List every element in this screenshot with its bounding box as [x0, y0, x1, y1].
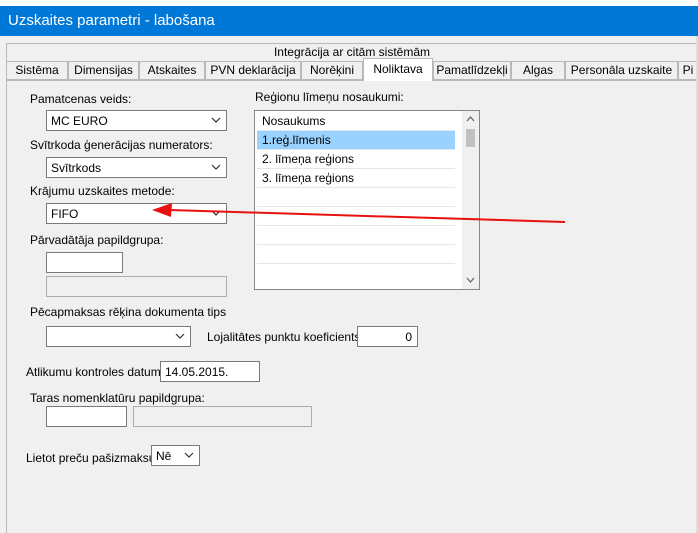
- list-item[interactable]: 3. līmeņa reģions: [257, 169, 455, 188]
- carrier-group-code-input[interactable]: [46, 252, 123, 273]
- list-item-empty[interactable]: [257, 188, 455, 207]
- balance-date-label: Atlikumu kontroles datums:: [26, 365, 171, 379]
- list-item-empty[interactable]: [257, 207, 455, 226]
- list-item[interactable]: 2. līmeņa reģions: [257, 150, 455, 169]
- regions-scrollbar[interactable]: [462, 111, 479, 289]
- price-type-combo[interactable]: MC EURO: [46, 110, 227, 131]
- chevron-down-icon: [175, 333, 185, 339]
- tab-more[interactable]: Pi: [678, 61, 698, 80]
- barcode-label: Svītrkoda ģenerācijas numerators:: [30, 138, 213, 152]
- scrollbar-thumb[interactable]: [466, 129, 475, 147]
- carrier-group-name-field: [46, 276, 227, 297]
- regions-label: Reģionu līmeņu nosaukumi:: [255, 90, 404, 104]
- list-item-empty[interactable]: [257, 226, 455, 245]
- tab-integration[interactable]: Integrācija ar citām sistēmām: [6, 43, 698, 61]
- list-item[interactable]: 1.reģ.līmenis: [257, 131, 455, 150]
- list-item-empty[interactable]: [257, 245, 455, 264]
- price-type-label: Pamatcenas veids:: [30, 92, 132, 106]
- tare-group-code-input[interactable]: [46, 406, 127, 427]
- chevron-down-icon: [211, 117, 221, 123]
- tab-noreKini[interactable]: Norēķini: [301, 61, 363, 80]
- scroll-up-icon[interactable]: [465, 114, 476, 124]
- chevron-down-icon: [184, 452, 194, 458]
- use-sign-label: Lietot preču pašizmaksu:: [26, 451, 159, 465]
- scroll-down-icon[interactable]: [465, 275, 476, 285]
- balance-date-value: 14.05.2015.: [165, 365, 229, 379]
- list-item-empty[interactable]: [257, 264, 455, 283]
- loyalty-label: Lojalitātes punktu koeficients:: [207, 330, 364, 344]
- window-title: Uzskaites parametri - labošana: [0, 6, 698, 36]
- tab-algas[interactable]: Algas: [511, 61, 565, 80]
- loyalty-input[interactable]: 0: [357, 326, 418, 347]
- inventory-method-label: Krājumu uzskaites metode:: [30, 184, 175, 198]
- tab-noliktava[interactable]: Noliktava: [363, 58, 433, 81]
- carrier-group-label: Pārvadātāja papildgrupa:: [30, 233, 164, 247]
- inventory-method-value: FIFO: [51, 207, 79, 221]
- balance-date-input[interactable]: 14.05.2015.: [160, 361, 260, 382]
- chevron-down-icon: [211, 210, 221, 216]
- use-sign-value: Nē: [156, 449, 172, 463]
- barcode-value: Svītrkods: [51, 161, 102, 175]
- price-type-value: MC EURO: [51, 114, 108, 128]
- barcode-combo[interactable]: Svītrkods: [46, 157, 227, 178]
- tab-pvn[interactable]: PVN deklarācija: [205, 61, 301, 80]
- regions-header: Nosaukums: [257, 112, 455, 131]
- tare-group-label: Taras nomenklatūru papildgrupa:: [30, 391, 205, 405]
- tab-atskaites[interactable]: Atskaites: [139, 61, 205, 80]
- tab-sistema[interactable]: Sistēma: [6, 61, 68, 80]
- tab-personala[interactable]: Personāla uzskaite: [565, 61, 678, 80]
- tab-pamatlidzekli[interactable]: Pamatlīdzekļi: [433, 61, 511, 80]
- tare-group-name-field: [133, 406, 312, 427]
- use-sign-combo[interactable]: Nē: [151, 445, 200, 466]
- prepay-doc-combo[interactable]: [46, 326, 191, 347]
- regions-list[interactable]: Nosaukums 1.reģ.līmenis 2. līmeņa reģion…: [254, 110, 480, 290]
- prepay-doc-label: Pēcapmaksas rēķina dokumenta tips: [30, 305, 227, 319]
- loyalty-value: 0: [405, 330, 412, 344]
- tab-dimensijas[interactable]: Dimensijas: [68, 61, 139, 80]
- inventory-method-combo[interactable]: FIFO: [46, 203, 227, 224]
- chevron-down-icon: [211, 164, 221, 170]
